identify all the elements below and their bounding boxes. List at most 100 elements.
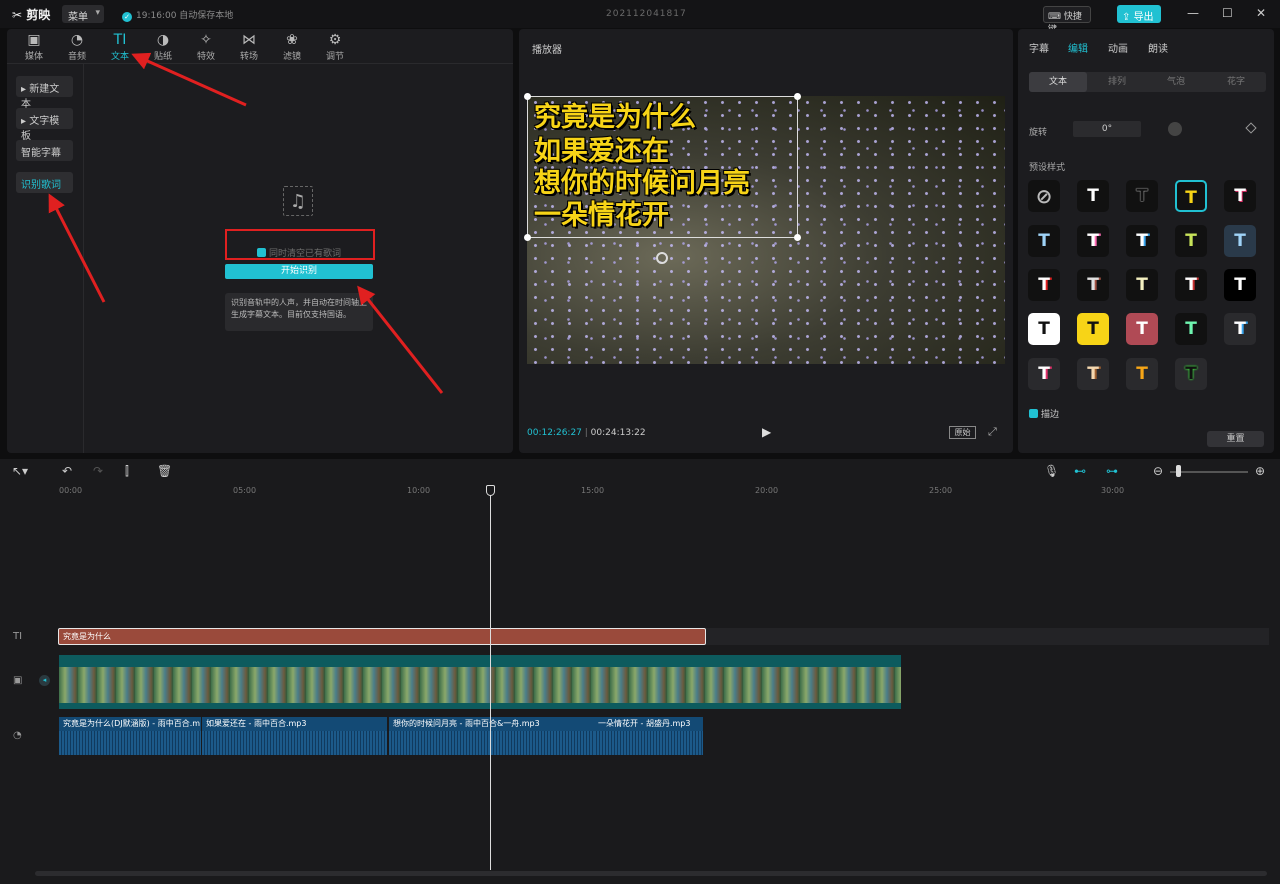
track-cover-icon[interactable]: ◂ bbox=[39, 675, 50, 686]
select-tool-icon[interactable]: ↖▾ bbox=[12, 464, 28, 478]
sidebar-item-text-template[interactable]: ▸ 文字模板 bbox=[16, 108, 73, 142]
zoom-slider-thumb[interactable] bbox=[1176, 465, 1181, 477]
shortcut-button[interactable]: ⌨ 快捷键 bbox=[1043, 6, 1091, 35]
close-icon[interactable]: ✕ bbox=[1256, 6, 1266, 20]
audio-clip[interactable]: 究竟是为什么(DJ默涵版) - 雨中百合.m bbox=[59, 717, 201, 755]
undo-icon[interactable]: ↶ bbox=[62, 464, 72, 478]
subtitle-box[interactable]: 究竟是为什么 如果爱还在 想你的时候问月亮 一朵情花开 bbox=[527, 96, 798, 238]
preset-style[interactable]: T bbox=[1224, 269, 1256, 301]
playhead[interactable] bbox=[490, 485, 491, 870]
fullscreen-icon[interactable]: ⤢ bbox=[988, 425, 997, 439]
preset-style[interactable]: T bbox=[1077, 180, 1109, 212]
rotate-input[interactable]: 0° bbox=[1073, 121, 1141, 137]
preset-style[interactable]: T bbox=[1077, 358, 1109, 390]
zoom-in-icon[interactable]: ⊕ bbox=[1255, 464, 1265, 478]
preset-none-icon[interactable]: ⊘ bbox=[1028, 180, 1060, 212]
tab-audio[interactable]: ◔ 音频 bbox=[57, 32, 97, 62]
preset-style[interactable]: T bbox=[1126, 225, 1158, 257]
ratio-button[interactable]: 原始 bbox=[949, 426, 976, 439]
resize-handle[interactable] bbox=[524, 93, 531, 100]
tab-read-aloud[interactable]: 朗读 bbox=[1148, 40, 1168, 55]
preset-style[interactable]: T bbox=[1028, 313, 1060, 345]
ruler-tick: 15:00 bbox=[581, 486, 605, 495]
start-recognition-button[interactable]: 开始识别 bbox=[225, 264, 373, 279]
rotate-handle-icon[interactable] bbox=[656, 252, 668, 264]
redo-icon[interactable]: ↷ bbox=[93, 464, 103, 478]
preset-style[interactable]: T bbox=[1126, 269, 1158, 301]
subtab-text[interactable]: 文本 bbox=[1029, 72, 1087, 92]
sidebar-item-new-text[interactable]: ▸ 新建文本 bbox=[16, 76, 73, 110]
subtab-fancy-text[interactable]: 花字 bbox=[1207, 72, 1265, 92]
preset-style[interactable]: T bbox=[1224, 180, 1256, 212]
split-icon[interactable]: ⫿ bbox=[125, 464, 129, 479]
stroke-checkbox[interactable]: 描边 bbox=[1029, 407, 1059, 420]
clear-lyrics-checkbox[interactable]: 同时清空已有歌词 bbox=[257, 246, 341, 259]
tab-filter[interactable]: ❀ 滤镜 bbox=[272, 32, 312, 62]
sticker-icon: ◑ bbox=[156, 32, 170, 48]
preset-style[interactable]: T bbox=[1077, 225, 1109, 257]
audio-clip[interactable]: 想你的时候问月亮 - 雨中百合&一舟.mp3 bbox=[389, 717, 594, 755]
preset-style[interactable]: T bbox=[1126, 313, 1158, 345]
rotate-knob[interactable] bbox=[1168, 122, 1182, 136]
sidebar-item-smart-caption[interactable]: 智能字幕 bbox=[16, 140, 73, 161]
maximize-icon[interactable]: ☐ bbox=[1222, 6, 1233, 20]
preset-style[interactable]: T bbox=[1175, 225, 1207, 257]
preset-style[interactable]: T bbox=[1175, 269, 1207, 301]
subtab-arrange[interactable]: 排列 bbox=[1088, 72, 1146, 92]
playhead-handle[interactable] bbox=[486, 485, 495, 496]
tab-sticker[interactable]: ◑ 贴纸 bbox=[143, 32, 183, 62]
export-button[interactable]: ⇪ 导出 bbox=[1117, 5, 1161, 23]
title-bar: ✂ 剪映 菜单 ▾ ✓ 19:16:00 自动保存本地 202112041817 ⌨… bbox=[0, 0, 1280, 35]
preset-style[interactable]: T bbox=[1077, 269, 1109, 301]
preset-style[interactable]: T bbox=[1126, 358, 1158, 390]
check-icon: ✓ bbox=[122, 12, 132, 22]
video-clip[interactable] bbox=[59, 655, 901, 709]
preset-style[interactable]: T bbox=[1224, 313, 1256, 345]
tab-adjust[interactable]: ⚙ 调节 bbox=[315, 32, 355, 62]
transition-icon: ⋈ bbox=[242, 32, 256, 48]
time-ruler[interactable]: 00:00 05:00 10:00 15:00 20:00 25:00 30:0… bbox=[56, 485, 1280, 499]
menu-button[interactable]: 菜单 ▾ bbox=[62, 5, 104, 23]
zoom-slider[interactable] bbox=[1170, 471, 1248, 473]
resize-handle[interactable] bbox=[794, 234, 801, 241]
text-clip[interactable]: 究竟是为什么 bbox=[58, 628, 706, 645]
resize-handle[interactable] bbox=[794, 93, 801, 100]
preset-style[interactable]: T bbox=[1028, 269, 1060, 301]
preset-style[interactable]: T bbox=[1077, 313, 1109, 345]
horizontal-scrollbar[interactable] bbox=[35, 871, 1267, 876]
audio-clip[interactable]: 一朵情花开 - 胡盛丹.mp3 bbox=[594, 717, 703, 755]
tab-media[interactable]: ▣ 媒体 bbox=[14, 32, 54, 62]
link-icon[interactable]: ⊶ bbox=[1106, 464, 1118, 478]
tab-effects[interactable]: ✧ 特效 bbox=[186, 32, 226, 62]
preset-style[interactable]: T bbox=[1175, 313, 1207, 345]
preset-style[interactable]: T bbox=[1126, 180, 1158, 212]
checkbox-icon bbox=[1029, 409, 1038, 418]
microphone-icon[interactable]: 🎙 bbox=[1044, 464, 1059, 478]
reset-button[interactable]: 重置 bbox=[1207, 431, 1264, 447]
preset-style[interactable]: T bbox=[1175, 180, 1207, 212]
ruler-tick: 00:00 bbox=[59, 486, 83, 495]
minimize-icon[interactable]: — bbox=[1187, 6, 1199, 20]
play-icon[interactable]: ▶ bbox=[762, 425, 771, 439]
tab-transition[interactable]: ⋈ 转场 bbox=[229, 32, 269, 62]
subtab-bubble[interactable]: 气泡 bbox=[1147, 72, 1205, 92]
zoom-out-icon[interactable]: ⊖ bbox=[1153, 464, 1163, 478]
preset-style[interactable]: T bbox=[1028, 225, 1060, 257]
preset-style[interactable]: T bbox=[1175, 358, 1207, 390]
filter-icon: ❀ bbox=[286, 32, 298, 48]
adjust-icon: ⚙ bbox=[328, 32, 342, 48]
sidebar-item-recognize-lyrics[interactable]: 识别歌词 bbox=[16, 172, 73, 193]
magnet-icon[interactable]: ⊷ bbox=[1074, 464, 1086, 478]
tab-caption[interactable]: 字幕 bbox=[1029, 40, 1049, 55]
preset-style[interactable]: T bbox=[1028, 358, 1060, 390]
resize-handle[interactable] bbox=[524, 234, 531, 241]
ruler-tick: 05:00 bbox=[233, 486, 257, 495]
tab-edit[interactable]: 编辑 bbox=[1068, 40, 1088, 55]
audio-icon: ◔ bbox=[70, 32, 84, 48]
save-status: ✓ 19:16:00 自动保存本地 bbox=[122, 8, 233, 22]
tab-animation[interactable]: 动画 bbox=[1108, 40, 1128, 55]
preset-style[interactable]: T bbox=[1224, 225, 1256, 257]
audio-clip[interactable]: 如果爱还在 - 雨中百合.mp3 bbox=[202, 717, 387, 755]
delete-icon[interactable]: 🗑 bbox=[157, 464, 172, 478]
tab-text[interactable]: TI 文本 bbox=[100, 32, 140, 62]
